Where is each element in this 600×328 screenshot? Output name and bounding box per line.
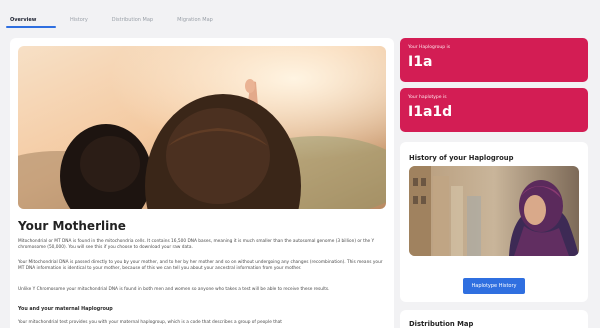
mother-child-photo	[18, 46, 386, 209]
tab-bar: Overview History Distribution Map Migrat…	[0, 0, 600, 28]
distribution-map-card: Distribution Map	[400, 310, 588, 328]
hero-image	[18, 46, 386, 209]
haplotype-value: I1a1d	[408, 104, 453, 120]
haplotype-history-button[interactable]: Haplotype History	[463, 278, 525, 294]
history-card: History of your Haplogroup Haplotype His…	[400, 142, 588, 302]
tab-overview[interactable]: Overview	[6, 17, 56, 28]
woman-in-hijab-photo	[409, 166, 579, 256]
haplogroup-badge: Your Haplogroup is I1a	[400, 38, 588, 82]
inheritance-paragraph: Your Mitochondrial DNA is passed directl…	[18, 260, 383, 272]
section-subheading: You and your maternal Haplogroup	[18, 307, 113, 312]
chromosome-paragraph: Unlike Y Chromosome your mitochondrial D…	[18, 287, 330, 292]
history-image	[409, 166, 579, 256]
haplotype-badge: Your haplotype is I1a1d	[400, 88, 588, 132]
tab-distribution-map[interactable]: Distribution Map	[112, 17, 153, 28]
tab-migration-map[interactable]: Migration Map	[177, 17, 213, 28]
haplogroup-label: Your Haplogroup is	[408, 45, 451, 50]
haplogroup-value: I1a	[408, 54, 433, 70]
tab-history[interactable]: History	[70, 17, 88, 28]
motherline-card: Your Motherline Mitochondrial or MT DNA …	[10, 38, 394, 328]
haplotype-label: Your haplotype is	[408, 95, 447, 100]
page-title: Your Motherline	[18, 219, 126, 233]
haplogroup-paragraph: Your mitochondrial test provides you wit…	[18, 320, 282, 325]
intro-paragraph: Mitochondrial or MT DNA is found in the …	[18, 239, 375, 251]
distribution-map-title: Distribution Map	[409, 320, 474, 328]
history-card-title: History of your Haplogroup	[409, 154, 514, 162]
